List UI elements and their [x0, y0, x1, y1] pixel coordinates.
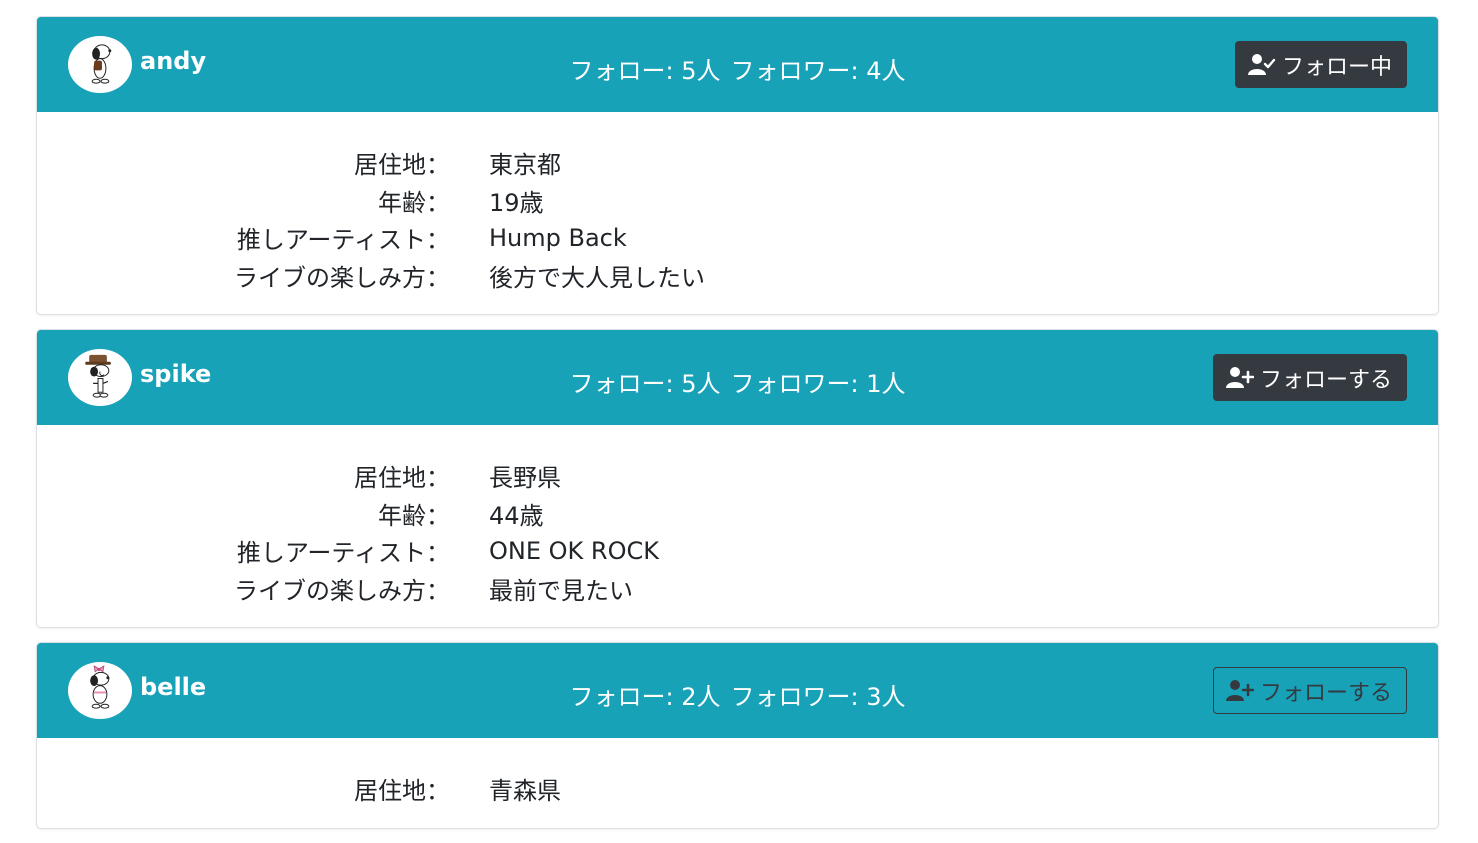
detail-value: 青森県 [489, 777, 561, 806]
detail-value: 最前で見たい [489, 576, 633, 605]
detail-value: Hump Back [489, 223, 627, 252]
detail-row-residence: 居住地： 青森県 [37, 770, 1438, 808]
user-card-body: 居住地： 青森県 [37, 738, 1438, 828]
detail-value: 44歳 [489, 501, 544, 530]
user-card-header: belle フォロー: 2人 フォロワー: 3人 フォローする [37, 643, 1438, 738]
detail-row-residence: 居住地： 長野県 [37, 457, 1438, 495]
following-count[interactable]: フォロー: 5人 [570, 370, 721, 398]
detail-value: 長野県 [489, 464, 561, 493]
detail-label: 推しアーティスト： [236, 539, 450, 568]
detail-row-age: 年齢： 19歳 [37, 182, 1438, 220]
user-card: andy フォロー: 5人 フォロワー: 4人 フォロー中 居住地： 東京都 年齢… [36, 16, 1439, 315]
follow-button[interactable]: フォローする [1212, 354, 1407, 401]
user-list: andy フォロー: 5人 フォロワー: 4人 フォロー中 居住地： 東京都 年齢… [36, 16, 1439, 843]
detail-row-live-style: ライブの楽しみ方： 後方で大人見したい [37, 257, 1438, 295]
detail-value: 後方で大人見したい [489, 263, 705, 292]
user-card-header: andy フォロー: 5人 フォロワー: 4人 フォロー中 [37, 17, 1438, 112]
detail-row-live-style: ライブの楽しみ方： 最前で見たい [37, 570, 1438, 608]
user-card: spike フォロー: 5人 フォロワー: 1人 フォローする 居住地： 長野県 … [36, 329, 1439, 628]
following-count[interactable]: フォロー: 5人 [570, 57, 721, 85]
detail-value: 東京都 [489, 151, 561, 180]
following-count[interactable]: フォロー: 2人 [570, 683, 721, 711]
follower-count[interactable]: フォロワー: 1人 [731, 370, 906, 398]
detail-label: 推しアーティスト： [236, 226, 450, 255]
detail-row-residence: 居住地： 東京都 [37, 144, 1438, 182]
detail-label: ライブの楽しみ方： [234, 263, 450, 292]
follow-button[interactable]: フォローする [1212, 667, 1407, 714]
user-card-header: spike フォロー: 5人 フォロワー: 1人 フォローする [37, 330, 1438, 425]
follow-button-label: フォロー中 [1281, 54, 1392, 80]
user-card: belle フォロー: 2人 フォロワー: 3人 フォローする 居住地： 青森県 [36, 642, 1439, 829]
user-plus-icon [1225, 679, 1254, 701]
user-plus-icon [1225, 366, 1254, 388]
detail-label: 居住地： [354, 464, 450, 493]
follow-stats: フォロー: 5人 フォロワー: 4人 [37, 51, 1438, 86]
detail-label: 年齢： [378, 188, 450, 217]
follow-button-label: フォローする [1259, 367, 1392, 393]
follower-count[interactable]: フォロワー: 3人 [731, 683, 906, 711]
user-card-body: 居住地： 東京都 年齢： 19歳 推しアーティスト： Hump Back ライブ… [37, 112, 1438, 314]
detail-row-artist: 推しアーティスト： Hump Back [37, 219, 1438, 257]
detail-label: 居住地： [354, 151, 450, 180]
detail-label: ライブの楽しみ方： [234, 576, 450, 605]
user-card-body: 居住地： 長野県 年齢： 44歳 推しアーティスト： ONE OK ROCK ラ… [37, 425, 1438, 627]
follow-button-label: フォローする [1259, 680, 1392, 706]
detail-row-artist: 推しアーティスト： ONE OK ROCK [37, 532, 1438, 570]
detail-label: 年齢： [378, 501, 450, 530]
detail-label: 居住地： [354, 777, 450, 806]
detail-value: 19歳 [489, 188, 544, 217]
detail-row-age: 年齢： 44歳 [37, 495, 1438, 533]
detail-value: ONE OK ROCK [489, 536, 659, 565]
follower-count[interactable]: フォロワー: 4人 [731, 57, 906, 85]
user-check-icon [1247, 53, 1276, 75]
following-button[interactable]: フォロー中 [1234, 41, 1407, 88]
